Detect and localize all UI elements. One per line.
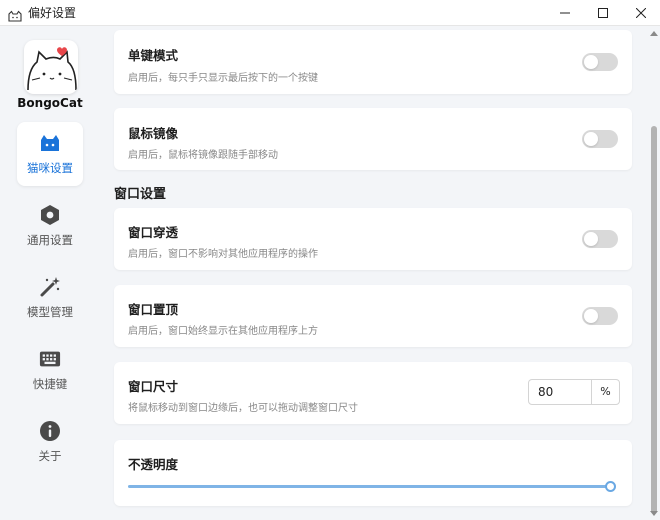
- settings-content: 单键模式 启用后，每只手只显示最后按下的一个按键 鼠标镜像 启用后，鼠标将镜像跟…: [100, 26, 648, 520]
- setting-title: 不透明度: [128, 457, 179, 472]
- setting-description: 将鼠标移动到窗口边缘后，也可以拖动调整窗口尺寸: [128, 403, 358, 414]
- window-title: 偏好设置: [28, 6, 77, 20]
- cat-icon: [39, 132, 61, 154]
- brand-name: BongoCat: [17, 96, 83, 110]
- setting-description: 启用后，窗口不影响对其他应用程序的操作: [128, 249, 318, 260]
- window-size-unit: %: [591, 380, 619, 404]
- setting-title: 鼠标镜像: [128, 126, 179, 141]
- keyboard-icon: [39, 348, 61, 370]
- window-size-value[interactable]: 80: [529, 380, 591, 404]
- sidebar-item-label: 猫咪设置: [27, 161, 73, 175]
- setting-title: 窗口置顶: [128, 302, 179, 317]
- scrollbar[interactable]: [648, 26, 660, 520]
- minimize-icon: [560, 12, 570, 14]
- hexagon-settings-icon: [39, 204, 61, 226]
- close-button[interactable]: [622, 0, 660, 26]
- setting-title: 单键模式: [128, 48, 179, 63]
- sidebar-item-cat-settings[interactable]: 猫咪设置: [17, 122, 83, 186]
- title-bar: 偏好设置: [0, 0, 660, 26]
- bongocat-logo: [24, 40, 78, 94]
- window-always-on-top-toggle[interactable]: [582, 307, 618, 325]
- sidebar-item-label: 通用设置: [27, 233, 73, 247]
- scroll-down-arrow-icon[interactable]: [648, 508, 660, 518]
- setting-title: 窗口穿透: [128, 225, 179, 240]
- sidebar-item-label: 关于: [38, 449, 62, 463]
- sidebar: BongoCat 猫咪设置 通用设置 模型管理 快捷键 关于: [0, 26, 100, 520]
- sidebar-item-about[interactable]: 关于: [17, 410, 83, 474]
- sidebar-item-label: 模型管理: [27, 305, 73, 319]
- magic-wand-icon: [39, 276, 61, 298]
- section-heading-window: 窗口设置: [114, 187, 167, 202]
- window-passthrough-toggle[interactable]: [582, 230, 618, 248]
- opacity-slider-thumb[interactable]: [604, 481, 616, 492]
- sidebar-item-model-management[interactable]: 模型管理: [17, 266, 83, 330]
- maximize-button[interactable]: [584, 0, 622, 26]
- minimize-button[interactable]: [546, 0, 584, 26]
- setting-title: 窗口尺寸: [128, 379, 179, 394]
- setting-card-window-passthrough: 窗口穿透 启用后，窗口不影响对其他应用程序的操作: [114, 208, 632, 270]
- app-cat-icon: [8, 7, 22, 22]
- setting-card-mouse-mirror: 鼠标镜像 启用后，鼠标将镜像跟随手部移动: [114, 108, 632, 170]
- mouse-mirror-toggle[interactable]: [582, 130, 618, 148]
- single-key-mode-toggle[interactable]: [582, 53, 618, 71]
- setting-description: 启用后，窗口始终显示在其他应用程序上方: [128, 326, 318, 337]
- setting-card-opacity: 不透明度: [114, 440, 632, 506]
- setting-card-window-size: 窗口尺寸 将鼠标移动到窗口边缘后，也可以拖动调整窗口尺寸 80 %: [114, 362, 632, 424]
- setting-description: 启用后，鼠标将镜像跟随手部移动: [128, 150, 278, 161]
- close-icon: [636, 8, 646, 18]
- sidebar-item-general-settings[interactable]: 通用设置: [17, 194, 83, 258]
- scroll-up-arrow-icon[interactable]: [648, 28, 660, 38]
- sidebar-item-label: 快捷键: [32, 377, 68, 391]
- window-size-input[interactable]: 80 %: [528, 379, 620, 405]
- opacity-slider-track[interactable]: [128, 485, 614, 488]
- info-icon: [39, 420, 61, 442]
- maximize-icon: [598, 8, 608, 18]
- setting-description: 启用后，每只手只显示最后按下的一个按键: [128, 73, 318, 84]
- setting-card-window-always-on-top: 窗口置顶 启用后，窗口始终显示在其他应用程序上方: [114, 285, 632, 347]
- scrollbar-thumb[interactable]: [651, 126, 657, 514]
- setting-card-single-key-mode: 单键模式 启用后，每只手只显示最后按下的一个按键: [114, 30, 632, 94]
- sidebar-item-shortcuts[interactable]: 快捷键: [17, 338, 83, 402]
